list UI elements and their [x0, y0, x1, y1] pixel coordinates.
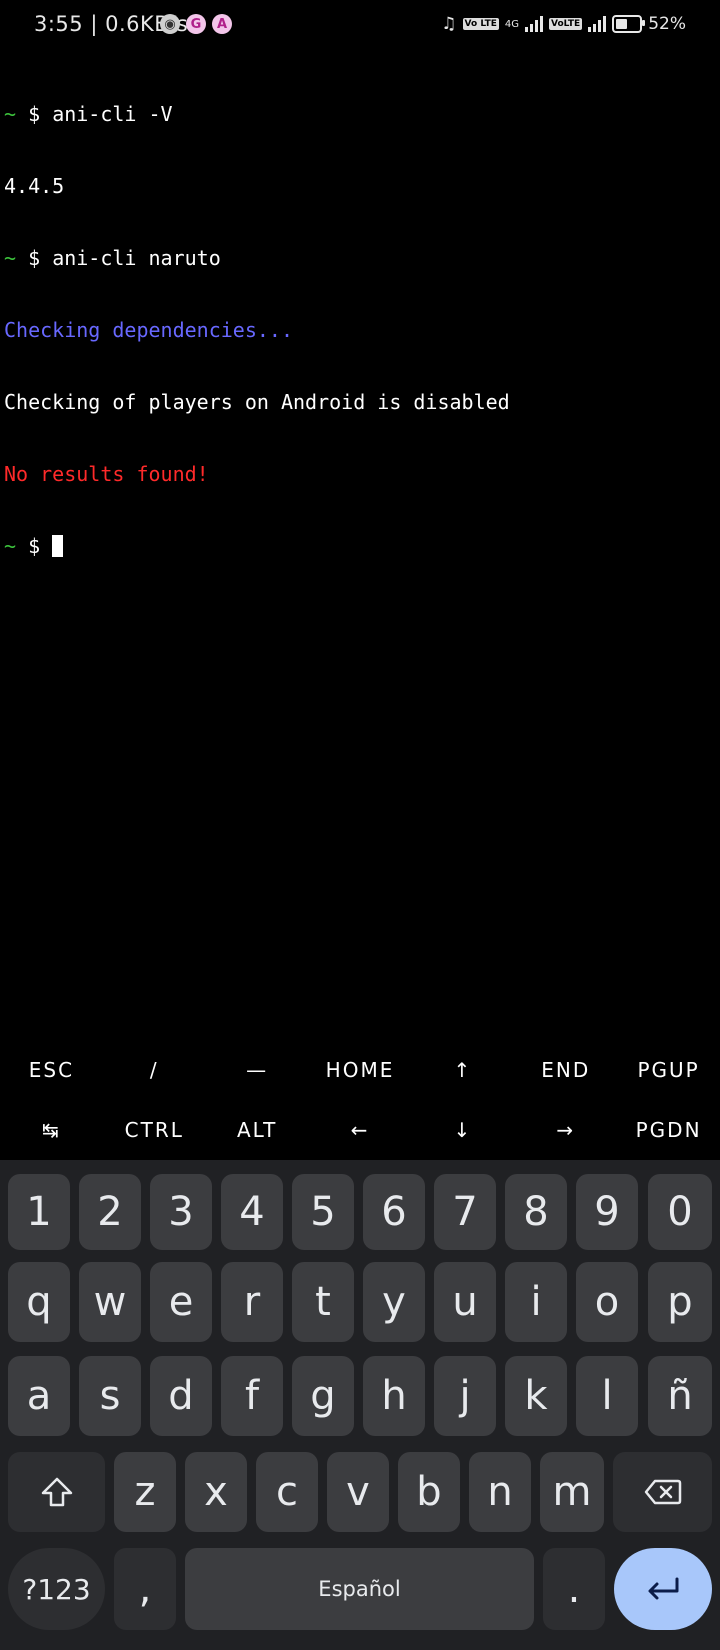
shift-key[interactable] — [8, 1452, 105, 1532]
text-cursor — [52, 535, 64, 557]
shift-icon — [41, 1477, 72, 1507]
key-4[interactable]: 4 — [221, 1174, 283, 1250]
key-u[interactable]: u — [434, 1262, 496, 1342]
key-c[interactable]: c — [256, 1452, 318, 1532]
key-0[interactable]: 0 — [648, 1174, 712, 1250]
key-8[interactable]: 8 — [505, 1174, 567, 1250]
terminal-line: ~ $ ani-cli naruto — [4, 246, 221, 270]
key-k[interactable]: k — [505, 1356, 567, 1436]
enter-key[interactable] — [614, 1548, 712, 1630]
key-f[interactable]: f — [221, 1356, 283, 1436]
soft-keyboard: 1 2 3 4 5 6 7 8 9 0 q w e r t y u i o p … — [0, 1160, 720, 1650]
key-b[interactable]: b — [398, 1452, 460, 1532]
volte-icon-2: VoLTE — [549, 18, 583, 30]
backspace-icon — [644, 1479, 681, 1505]
arrow-left-key[interactable]: ← — [309, 1100, 412, 1160]
alt-key[interactable]: ALT — [206, 1100, 309, 1160]
end-key[interactable]: END — [514, 1040, 617, 1100]
terminal-line: Checking of players on Android is disabl… — [4, 390, 510, 414]
terminal-line: ~ $ ani-cli -V — [4, 102, 173, 126]
backspace-key[interactable] — [613, 1452, 712, 1532]
terminal-prompt[interactable]: ~ $ — [4, 534, 510, 558]
key-y[interactable]: y — [363, 1262, 425, 1342]
ctrl-key[interactable]: CTRL — [103, 1100, 206, 1160]
key-e[interactable]: e — [150, 1262, 212, 1342]
key-l[interactable]: l — [576, 1356, 638, 1436]
arrow-down-key[interactable]: ↓ — [411, 1100, 514, 1160]
key-n-tilde[interactable]: ñ — [648, 1356, 712, 1436]
extra-keys-bar: ESC / — HOME ↑ END PGUP ↹ CTRL ALT ← ↓ →… — [0, 1040, 720, 1160]
terminal-line-error: No results found! — [4, 462, 209, 486]
music-note-icon: ♫ — [441, 14, 457, 34]
pgup-key[interactable]: PGUP — [617, 1040, 720, 1100]
signal-icon-2 — [588, 16, 607, 32]
key-h[interactable]: h — [363, 1356, 425, 1436]
key-5[interactable]: 5 — [292, 1174, 354, 1250]
key-2[interactable]: 2 — [79, 1174, 141, 1250]
key-j[interactable]: j — [434, 1356, 496, 1436]
key-z[interactable]: z — [114, 1452, 176, 1532]
key-6[interactable]: 6 — [363, 1174, 425, 1250]
key-g[interactable]: g — [292, 1356, 354, 1436]
volte-icon: Vo LTE — [462, 18, 499, 30]
slash-key[interactable]: / — [103, 1040, 206, 1100]
key-v[interactable]: v — [327, 1452, 389, 1532]
key-p[interactable]: p — [648, 1262, 712, 1342]
key-9[interactable]: 9 — [576, 1174, 638, 1250]
airbnb-icon: A — [212, 14, 232, 34]
enter-icon — [648, 1577, 679, 1600]
network-type-icon: 4G — [504, 18, 519, 30]
space-key[interactable]: Español — [185, 1548, 534, 1630]
battery-icon — [612, 15, 646, 33]
terminal-output[interactable]: ~ $ ani-cli -V 4.4.5 ~ $ ani-cli naruto … — [4, 54, 510, 582]
home-key[interactable]: HOME — [309, 1040, 412, 1100]
arrow-up-key[interactable]: ↑ — [411, 1040, 514, 1100]
key-7[interactable]: 7 — [434, 1174, 496, 1250]
key-3[interactable]: 3 — [150, 1174, 212, 1250]
key-i[interactable]: i — [505, 1262, 567, 1342]
key-m[interactable]: m — [540, 1452, 604, 1532]
esc-key[interactable]: ESC — [0, 1040, 103, 1100]
battery-percent: 52% — [648, 14, 686, 34]
key-1[interactable]: 1 — [8, 1174, 70, 1250]
key-w[interactable]: w — [79, 1262, 141, 1342]
terminal-line: 4.4.5 — [4, 174, 65, 198]
pgdn-key[interactable]: PGDN — [617, 1100, 720, 1160]
google-icon: G — [186, 14, 206, 34]
key-s[interactable]: s — [79, 1356, 141, 1436]
key-a[interactable]: a — [8, 1356, 70, 1436]
key-x[interactable]: x — [185, 1452, 247, 1532]
key-d[interactable]: d — [150, 1356, 212, 1436]
key-n[interactable]: n — [469, 1452, 531, 1532]
notification-icons: ◉ G A — [160, 14, 232, 34]
terminal-line-info: Checking dependencies... — [4, 318, 293, 342]
tab-key[interactable]: ↹ — [0, 1100, 103, 1160]
key-r[interactable]: r — [221, 1262, 283, 1342]
key-t[interactable]: t — [292, 1262, 354, 1342]
period-key[interactable]: . — [543, 1548, 605, 1630]
signal-icon — [525, 16, 543, 32]
system-icons: ♫ Vo LTE 4G VoLTE 52% — [441, 14, 686, 34]
arrow-right-key[interactable]: → — [514, 1100, 617, 1160]
symbols-key[interactable]: ?123 — [8, 1548, 105, 1630]
comma-key[interactable]: , — [114, 1548, 176, 1630]
watch-icon: ◉ — [160, 14, 180, 34]
key-o[interactable]: o — [576, 1262, 638, 1342]
dash-key[interactable]: — — [206, 1040, 309, 1100]
key-q[interactable]: q — [8, 1262, 70, 1342]
status-bar: 3:55 | 0.6KB/s ◉ G A ♫ Vo LTE 4G VoLTE 5… — [0, 0, 720, 52]
